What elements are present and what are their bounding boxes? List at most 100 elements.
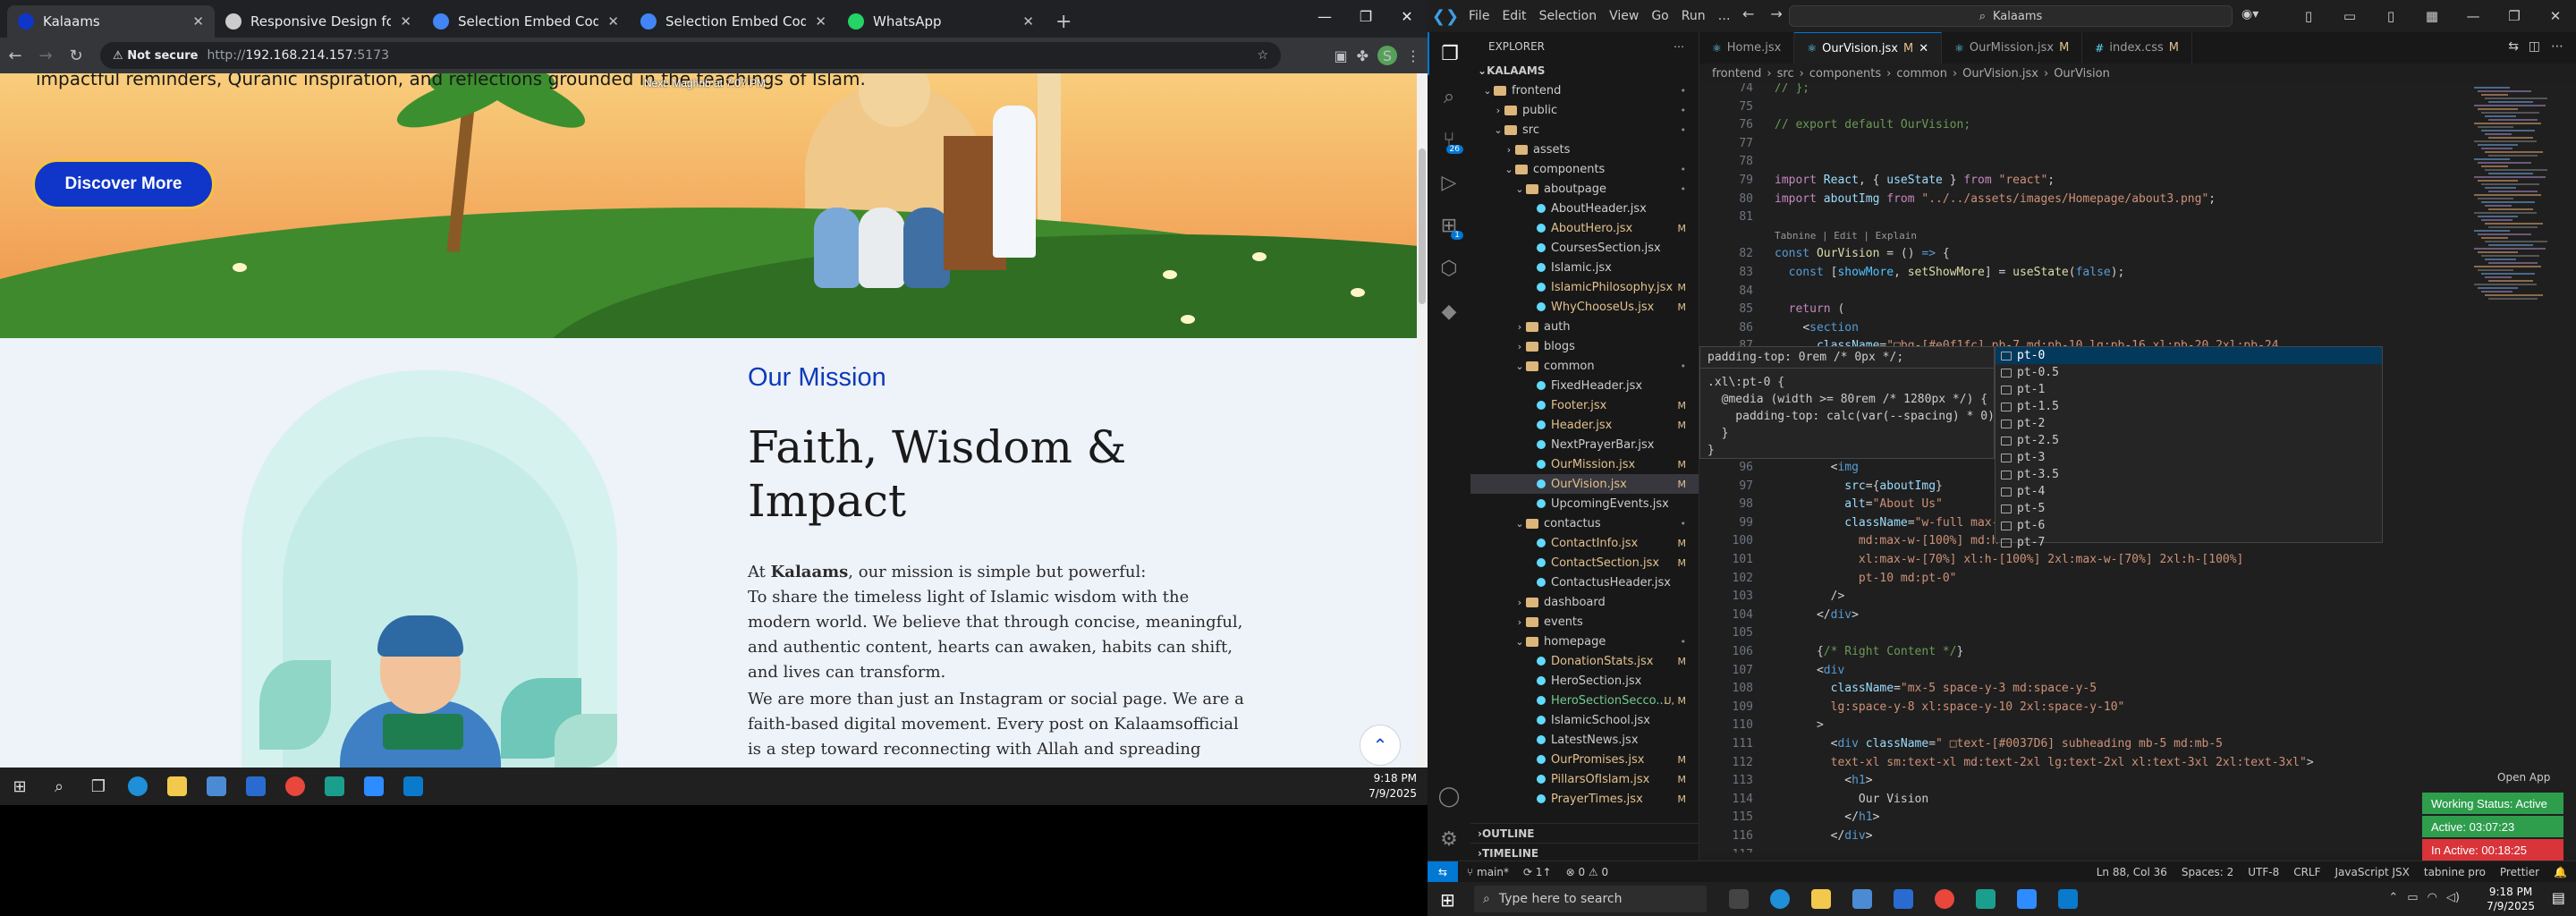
code-line[interactable]: > — [1775, 718, 1824, 732]
chrome-icon[interactable] — [1928, 886, 1961, 912]
code-line[interactable]: {/* Right Content */} — [1775, 645, 1963, 658]
code-line[interactable]: <section — [1775, 321, 1859, 335]
menu-run[interactable]: Run — [1682, 9, 1706, 23]
code-line[interactable]: import React, { useState } from "react"; — [1775, 174, 2055, 187]
tree-file[interactable]: OurPromises.jsx M — [1470, 750, 1699, 769]
breadcrumb-item[interactable]: frontend — [1712, 67, 1761, 81]
chrome-tab-kalaams[interactable]: Kalaams ✕ — [7, 5, 215, 38]
prettier-status[interactable]: Prettier — [2500, 866, 2539, 878]
extension-icon[interactable]: ▣ — [1334, 47, 1347, 64]
extensions-puzzle-icon[interactable]: ✤ — [1357, 47, 1368, 64]
tree-file[interactable]: OurMission.jsx M — [1470, 454, 1699, 474]
suggestion-item[interactable]: pt-1 — [1996, 381, 2382, 398]
tree-file[interactable]: PrayerTimes.jsx M — [1470, 789, 1699, 809]
code-line[interactable]: </h1> — [1775, 810, 1879, 824]
maximize-icon[interactable]: ❐ — [2494, 0, 2535, 32]
tree-file[interactable]: OurVision.jsx M — [1470, 474, 1699, 494]
tree-folder[interactable]: ⌄ contactus • — [1470, 513, 1699, 533]
edge-icon[interactable] — [118, 768, 157, 805]
wifi-icon[interactable]: ◠ — [2428, 891, 2437, 904]
reload-icon[interactable]: ↻ — [61, 47, 91, 65]
tree-file[interactable]: WhyChooseUs.jsx M — [1470, 297, 1699, 317]
minimize-icon[interactable]: — — [2453, 0, 2494, 32]
suggestion-item[interactable]: pt-0 — [1996, 347, 2382, 364]
tree-folder[interactable]: › assets — [1470, 140, 1699, 159]
code-line[interactable]: /> — [1775, 589, 1845, 603]
scrollbar-thumb[interactable] — [1419, 148, 1426, 304]
windows-start-icon[interactable]: ⊞ — [0, 768, 39, 805]
task-view-icon[interactable] — [1723, 886, 1755, 912]
tree-folder[interactable]: › blogs — [1470, 336, 1699, 356]
bookmark-star-icon[interactable]: ☆ — [1257, 48, 1268, 63]
close-icon[interactable]: ✕ — [815, 13, 826, 30]
open-app-label[interactable]: Open App — [2497, 771, 2550, 784]
encoding[interactable]: UTF-8 — [2248, 866, 2279, 878]
volume-icon[interactable]: ◁) — [2446, 891, 2460, 904]
menu-go[interactable]: Go — [1651, 9, 1668, 23]
not-secure-warning-icon[interactable]: ⚠ Not secure — [113, 49, 198, 63]
code-line[interactable]: className="w-full max-w — [1775, 516, 2005, 530]
code-line[interactable]: md:max-w-[100%] md:h- — [1775, 534, 2005, 547]
page-scrollbar[interactable] — [1417, 73, 1428, 768]
tree-file[interactable]: ContactSection.jsx M — [1470, 553, 1699, 572]
suggestion-item[interactable]: pt-0.5 — [1996, 364, 2382, 381]
workspace-root[interactable]: ⌄ KALAAMS — [1470, 61, 1699, 81]
new-tab-plus-icon[interactable]: + — [1045, 5, 1082, 38]
tree-file[interactable]: Footer.jsx M — [1470, 395, 1699, 415]
tree-file[interactable]: AboutHeader.jsx — [1470, 199, 1699, 218]
tree-folder[interactable]: › events — [1470, 612, 1699, 632]
tree-file[interactable]: CoursesSection.jsx — [1470, 238, 1699, 258]
close-window-icon[interactable]: ✕ — [1386, 0, 1428, 32]
minimap[interactable] — [2474, 83, 2563, 852]
tree-folder[interactable]: › auth — [1470, 317, 1699, 336]
tree-file[interactable]: Islamic.jsx — [1470, 258, 1699, 277]
run-debug-icon[interactable]: ▷ — [1428, 161, 1470, 204]
forward-arrow-icon[interactable]: → — [1770, 5, 1782, 22]
customize-layout-icon[interactable]: ▦ — [2411, 0, 2453, 32]
menu-view[interactable]: View — [1609, 9, 1639, 23]
git-branch[interactable]: ⑂ main* — [1467, 866, 1509, 878]
suggestion-item[interactable]: pt-7 — [1996, 534, 2382, 551]
command-center-search[interactable]: ⌕ Kalaams — [1789, 5, 2233, 27]
tree-file[interactable]: HeroSection.jsx — [1470, 671, 1699, 691]
suggestion-item[interactable]: pt-2 — [1996, 415, 2382, 432]
code-line[interactable]: <div — [1775, 664, 1844, 677]
zoom-icon[interactable] — [2011, 886, 2043, 912]
tree-file[interactable]: Header.jsx M — [1470, 415, 1699, 435]
layout-secondary-icon[interactable]: ▯ — [2370, 0, 2411, 32]
editor-tab[interactable]: # index.css M — [2082, 32, 2192, 64]
tree-file[interactable]: IslamicSchool.jsx — [1470, 710, 1699, 730]
code-line[interactable]: const OurVision = () => { — [1775, 247, 1950, 260]
code-line[interactable]: </div> — [1775, 608, 1859, 622]
code-line[interactable]: alt="About Us" — [1775, 497, 1943, 511]
remote-explorer-icon[interactable]: ⬡ — [1428, 247, 1470, 290]
close-icon[interactable]: ✕ — [1022, 13, 1034, 30]
tree-file[interactable]: LatestNews.jsx — [1470, 730, 1699, 750]
account-icon[interactable]: ◯ — [1428, 775, 1470, 818]
code-line[interactable]: <h1> — [1775, 774, 1872, 787]
back-arrow-icon[interactable]: ← — [0, 47, 30, 65]
tree-file[interactable]: IslamicPhilosophy.jsx M — [1470, 277, 1699, 297]
notifications-bell-icon[interactable]: 🔔 — [2554, 866, 2567, 878]
chrome-icon[interactable] — [275, 768, 315, 805]
extensions-icon[interactable]: ⊞ 1 — [1428, 204, 1470, 247]
code-line[interactable]: return ( — [1775, 302, 1845, 316]
close-icon[interactable]: ✕ — [192, 13, 204, 30]
vscode-icon[interactable] — [394, 768, 433, 805]
taskbar-search[interactable]: ⌕ Type here to search — [1474, 886, 1707, 912]
settings-gear-icon[interactable]: ⚙ — [1428, 818, 1470, 861]
discover-more-button[interactable]: Discover More — [32, 159, 215, 209]
tree-folder[interactable]: ⌄ aboutpage • — [1470, 179, 1699, 199]
close-icon[interactable]: ✕ — [1919, 42, 1928, 55]
split-editor-icon[interactable]: ◫ — [2529, 39, 2540, 54]
close-window-icon[interactable]: ✕ — [2535, 0, 2576, 32]
task-view-icon[interactable]: ❒ — [79, 768, 118, 805]
tree-file[interactable]: ContactusHeader.jsx — [1470, 572, 1699, 592]
code-line[interactable]: text-xl sm:text-xl md:text-2xl lg:text-2… — [1775, 756, 2314, 769]
suggestion-item[interactable]: pt-3 — [1996, 449, 2382, 466]
breadcrumb-item[interactable]: common — [1896, 67, 1947, 81]
tree-file[interactable]: FixedHeader.jsx — [1470, 376, 1699, 395]
mail-icon[interactable] — [236, 768, 275, 805]
taskbar-clock[interactable]: 9:18 PM 7/9/2025 — [2487, 885, 2535, 913]
chrome-tab-selection-2[interactable]: Selection Embed Code - Googl ✕ — [630, 5, 837, 38]
